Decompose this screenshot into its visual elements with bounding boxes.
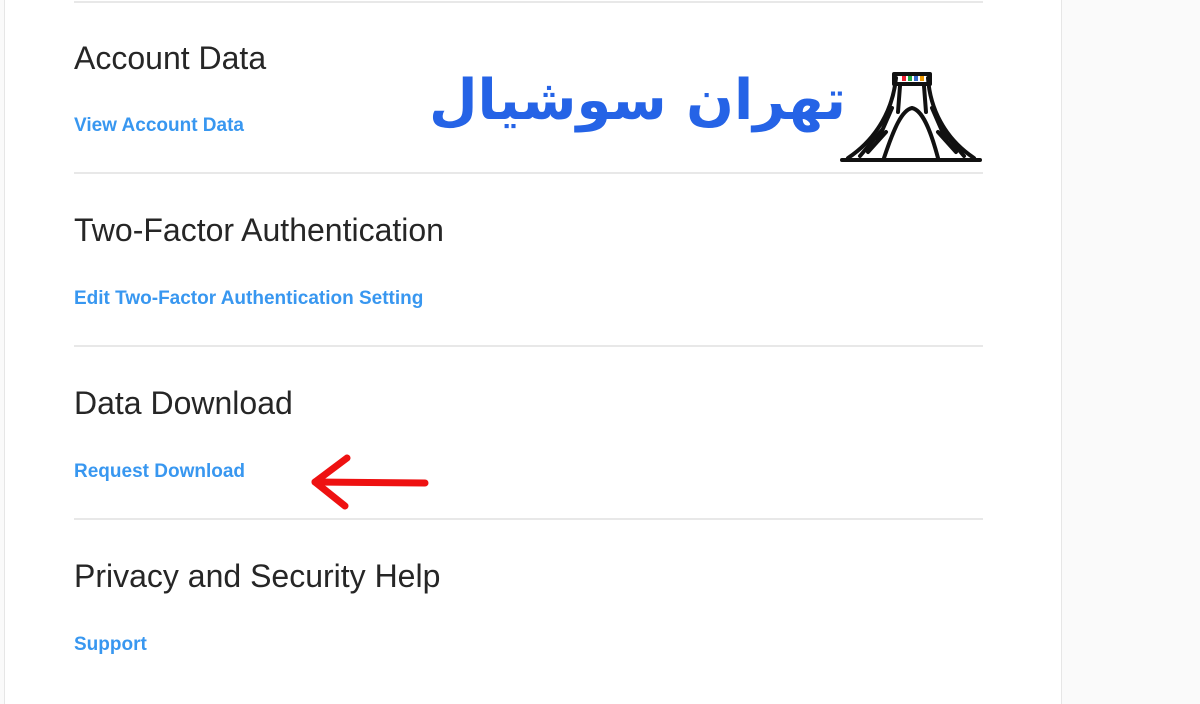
request-download-link[interactable]: Request Download [74, 461, 245, 483]
section-title-two-factor: Two-Factor Authentication [74, 212, 444, 248]
divider-3 [74, 518, 983, 520]
divider-1 [74, 172, 983, 174]
support-link[interactable]: Support [74, 634, 147, 656]
divider-top [74, 1, 983, 3]
tehran-social-logo: تهران سوشیال [428, 66, 986, 166]
azadi-tower-icon [840, 72, 982, 162]
section-title-privacy-help: Privacy and Security Help [74, 558, 441, 594]
edit-two-factor-link[interactable]: Edit Two-Factor Authentication Setting [74, 288, 423, 310]
logo-text: تهران سوشیال [428, 68, 846, 133]
section-title-account-data: Account Data [74, 40, 267, 76]
red-arrow-left-icon [311, 454, 429, 510]
section-title-data-download: Data Download [74, 385, 293, 421]
divider-2 [74, 345, 983, 347]
view-account-data-link[interactable]: View Account Data [74, 115, 244, 137]
